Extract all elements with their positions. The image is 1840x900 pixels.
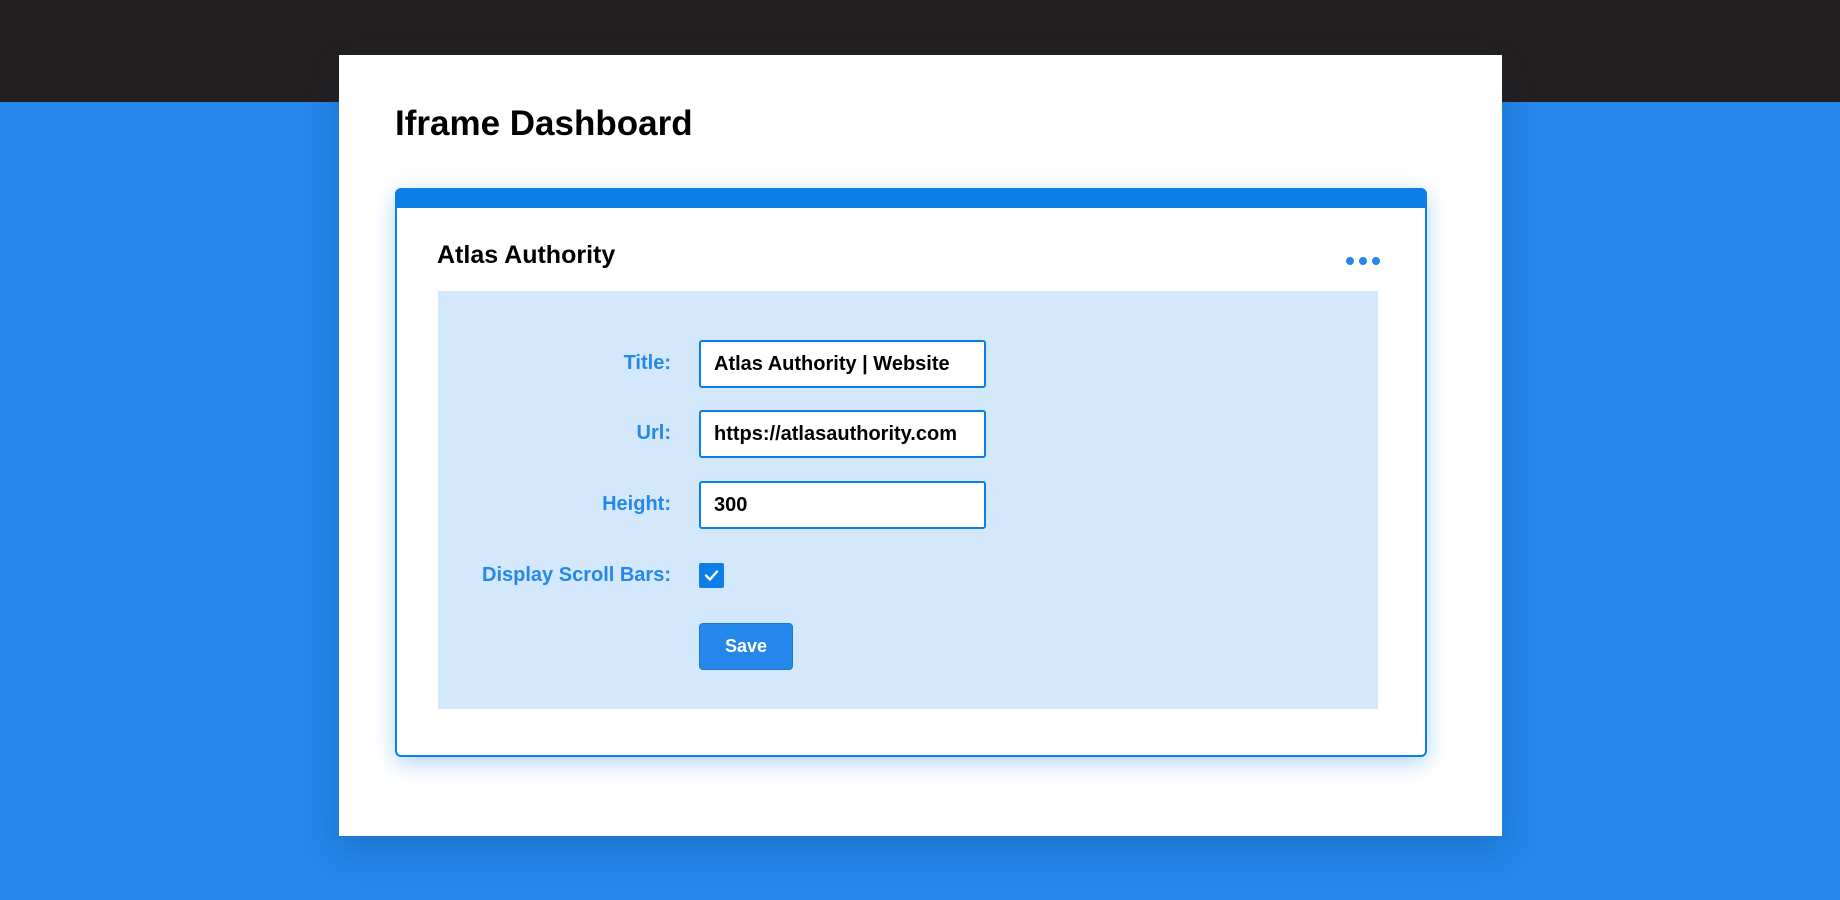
dashboard-panel: Iframe Dashboard Atlas Authority Title: … xyxy=(339,55,1502,836)
widget-settings-form: Title: Url: Height: Display Scroll Bars:… xyxy=(438,291,1378,709)
height-label: Height: xyxy=(602,493,671,515)
title-input[interactable] xyxy=(699,340,986,388)
page-title: Iframe Dashboard xyxy=(395,104,693,143)
save-button[interactable]: Save xyxy=(699,623,793,670)
scrollbars-checkbox[interactable] xyxy=(699,563,724,588)
url-input[interactable] xyxy=(699,410,986,458)
more-horizontal-icon[interactable] xyxy=(1345,254,1381,268)
menu-dot xyxy=(1372,257,1380,265)
title-label: Title: xyxy=(623,352,671,374)
iframe-widget: Atlas Authority Title: Url: Height: Disp… xyxy=(395,188,1427,757)
menu-dot xyxy=(1346,257,1354,265)
scrollbars-label: Display Scroll Bars: xyxy=(482,564,671,586)
url-label: Url: xyxy=(636,422,671,444)
menu-dot xyxy=(1359,257,1367,265)
checkmark-icon xyxy=(704,570,719,581)
widget-title: Atlas Authority xyxy=(437,241,616,269)
height-input[interactable] xyxy=(699,481,986,529)
